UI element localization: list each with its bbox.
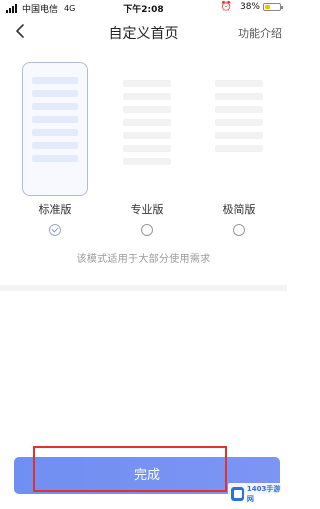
feature-intro-link[interactable]: 功能介绍: [238, 25, 282, 41]
option-label-simple: 极简版: [222, 203, 256, 216]
mode-description: 该模式适用于大部分使用需求: [76, 254, 211, 265]
preview-simple[interactable]: [206, 62, 272, 196]
preview-standard[interactable]: [22, 62, 88, 196]
watermark-text: 1403手游网: [246, 485, 281, 503]
battery-cap: [281, 6, 283, 9]
preview-pro[interactable]: [114, 62, 180, 196]
radio-simple[interactable]: [233, 224, 245, 236]
option-label-standard: 标准版: [38, 203, 72, 216]
status-bar: 中国电信 4G 下午2:08 ⏰ 38%: [0, 0, 287, 16]
radio-standard-checked-icon[interactable]: [49, 224, 61, 236]
battery-icon: [263, 3, 283, 11]
status-right: ⏰ 38%: [220, 2, 283, 12]
section-divider: [0, 285, 287, 291]
option-simple[interactable]: 极简版: [204, 62, 274, 236]
option-standard[interactable]: 标准版: [20, 62, 90, 236]
option-pro[interactable]: 专业版: [112, 62, 182, 236]
alarm-clock-icon: ⏰: [220, 2, 232, 12]
watermark: 1403手游网: [228, 483, 284, 505]
battery-percent: 38%: [239, 2, 260, 12]
watermark-logo-icon: [231, 487, 244, 501]
battery-level-fill: [265, 5, 270, 9]
radio-pro[interactable]: [141, 224, 153, 236]
option-label-pro: 专业版: [130, 203, 164, 216]
screen: 中国电信 4G 下午2:08 ⏰ 38% 自定义首页 功能介绍 标准版 专业版 …: [0, 0, 287, 509]
nav-bar: 自定义首页 功能介绍: [0, 16, 287, 48]
